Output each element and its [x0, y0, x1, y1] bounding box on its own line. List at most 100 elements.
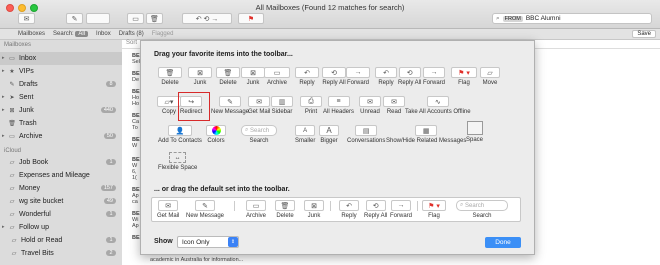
toolbar-item-add-to-contacts[interactable]: 👤 Add To Contacts: [158, 125, 202, 144]
toolbar-item-colors[interactable]: Colors: [206, 125, 226, 144]
folder-icon: ▱: [9, 211, 15, 218]
toolbar-item-archive[interactable]: ▭ Archive: [264, 67, 290, 86]
reply-icon: ↶: [339, 200, 359, 211]
archive-icon: ▭: [264, 67, 290, 78]
reply-group-toolbar-button[interactable]: ↶ ⟲ →: [182, 13, 232, 24]
sidebar-item-wonderful[interactable]: ▱ Wonderful 1: [0, 208, 122, 221]
toolbar-item-forward-2[interactable]: → Forward: [423, 67, 445, 86]
archive-icon: ▭: [9, 133, 15, 140]
toolbar-item-show-hide-related-messages[interactable]: ▦ Show/Hide Related Messages: [386, 125, 466, 144]
toolbar-item-reply[interactable]: ↶ Reply: [295, 67, 319, 86]
junk-icon: ⊠: [188, 67, 212, 78]
favorite-flagged[interactable]: Flagged: [152, 31, 174, 37]
unread-count-badge: 1: [106, 159, 116, 166]
show-select[interactable]: Icon Only ⇕: [177, 236, 239, 248]
trash-icon: 🗑: [158, 67, 182, 78]
toolbar-blank-slot[interactable]: [86, 13, 110, 24]
compose-icon: ✎: [71, 15, 78, 23]
toolbar-item-unread[interactable]: ✉ Unread: [359, 96, 381, 115]
default-item-new-message: ✎ New Message: [186, 200, 224, 219]
trash-icon: 🗑: [275, 200, 295, 211]
toolbar-item-flexible-space[interactable]: ↔ Flexible Space: [158, 152, 197, 171]
toolbar-item-delete[interactable]: 🗑 Delete: [158, 67, 182, 86]
default-toolbar-set[interactable]: ✉ Get Mail ✎ New Message ▭ Archive 🗑 Del…: [151, 197, 521, 222]
sidebar-item-vips[interactable]: ▸ ★ VIPs: [0, 65, 122, 78]
search-field[interactable]: ⌕ FROM BBC Alumni: [492, 13, 652, 24]
toolbar-item-read[interactable]: ✉ Read: [383, 96, 405, 115]
sidebar-item-travel-bits[interactable]: ▱ Travel Bits 2: [0, 247, 122, 260]
search-scope-all[interactable]: All: [75, 31, 89, 37]
forward-icon: →: [346, 67, 370, 78]
unread-count-badge: 49: [103, 198, 116, 205]
toolbar-item-sidebar[interactable]: ▥ Sidebar: [271, 96, 293, 115]
folder-icon: ▱: [9, 224, 15, 231]
archive-toolbar-button[interactable]: ▭: [127, 13, 144, 24]
sidebar-item-money[interactable]: ▱ Money 157: [0, 182, 122, 195]
junk-icon: ⊠: [241, 67, 265, 78]
sidebar-item-trash[interactable]: 🗑 Trash: [0, 117, 122, 130]
sidebar-item-archive[interactable]: ▸ ▭ Archive 50: [0, 130, 122, 143]
toolbar-item-print[interactable]: ⎙ Print: [300, 96, 322, 115]
default-item-get-mail: ✉ Get Mail: [157, 200, 179, 219]
toolbar-item-reply-all-2[interactable]: ⟲ Reply All: [398, 67, 421, 86]
toolbar-item-move[interactable]: ▱ Move: [480, 67, 500, 86]
toolbar-item-forward[interactable]: → Forward: [346, 67, 370, 86]
sidebar-item-inbox[interactable]: ▸ ▭ Inbox: [0, 52, 122, 65]
favorite-drafts[interactable]: Drafts (8): [119, 31, 144, 37]
toolbar-item-all-headers[interactable]: ≡ All Headers: [323, 96, 354, 115]
sidebar-item-sent[interactable]: ▸ ➤ Sent: [0, 91, 122, 104]
get-mail-toolbar-button[interactable]: ✉: [18, 13, 35, 24]
related-messages-icon: ▦: [415, 125, 438, 136]
delete-toolbar-button[interactable]: 🗑: [146, 13, 163, 24]
show-label: Show: [154, 238, 173, 245]
paper-plane-icon: ➤: [9, 94, 15, 101]
toolbar-item-space[interactable]: Space: [466, 121, 483, 143]
trash-icon: 🗑: [216, 67, 240, 78]
sidebar-item-follow-up[interactable]: ▸ ▱ Follow up: [0, 221, 122, 234]
toolbar-item-reply-all[interactable]: ⟲ Reply All: [322, 67, 346, 86]
search-token-from[interactable]: FROM: [502, 15, 523, 22]
flag-toolbar-button[interactable]: ⚑: [238, 13, 264, 24]
toolbar-item-new-message[interactable]: ✎ New Message: [211, 96, 249, 115]
toolbar-item-smaller[interactable]: A Smaller: [295, 125, 315, 144]
sidebar-item-job-book[interactable]: ▱ Job Book 1: [0, 156, 122, 169]
sidebar-item-hold-or-read[interactable]: ▱ Hold or Read 1: [0, 234, 122, 247]
toolbar-item-take-all-accounts-offline[interactable]: ∿ Take All Accounts Offline: [405, 96, 471, 115]
toolbar-item-junk[interactable]: ⊠ Junk: [188, 67, 212, 86]
sidebar-item-expenses-and-mileage[interactable]: ▱ Expenses and Mileage: [0, 169, 122, 182]
toolbar-item-conversations[interactable]: ▤ Conversations: [347, 125, 385, 144]
toolbar-item-flag[interactable]: ⚑ ▾ Flag: [451, 67, 477, 86]
search-icon: ⌕: [496, 14, 500, 22]
message-fragment: Ho: [132, 101, 140, 107]
toolbar-item-junk-2[interactable]: ⊠ Junk: [241, 67, 265, 86]
mailboxes-toggle-button[interactable]: Mailboxes: [18, 31, 45, 37]
envelope-icon: ✉: [23, 15, 30, 23]
smaller-text-icon: A: [295, 125, 316, 136]
save-search-button[interactable]: Save: [632, 30, 656, 38]
drafts-icon: ✎: [9, 81, 15, 88]
compose-toolbar-button[interactable]: ✎: [66, 13, 83, 24]
toolbar-item-get-mail[interactable]: ✉ Get Mail: [248, 96, 270, 115]
select-arrows-icon: ⇕: [228, 237, 238, 247]
separator: [330, 201, 331, 211]
message-fragment: Sel: [132, 59, 140, 65]
folder-icon: ▱: [11, 237, 17, 244]
toolbar-item-search[interactable]: ⌕ Search Search: [241, 125, 277, 144]
done-button[interactable]: Done: [485, 237, 521, 248]
message-fragment: 1(: [132, 175, 137, 181]
default-item-archive: ▭ Archive: [246, 200, 266, 219]
toolbar-item-delete-2[interactable]: 🗑 Delete: [216, 67, 240, 86]
sidebar-item-wg-site-bucket[interactable]: ▱ wg site bucket 49: [0, 195, 122, 208]
message-fragment: To: [132, 125, 138, 131]
toolbar-item-bigger[interactable]: A Bigger: [319, 125, 339, 144]
mailboxes-section-header: Mailboxes: [4, 42, 32, 48]
sidebar-item-drafts[interactable]: ✎ Drafts 8: [0, 78, 122, 91]
sidebar-icon: ▥: [271, 96, 293, 107]
toolbar-item-reply-2[interactable]: ↶ Reply: [375, 67, 397, 86]
default-item-reply-all: ⟲ Reply All: [364, 200, 387, 219]
icloud-section-header: iCloud: [4, 148, 22, 154]
forward-icon: →: [423, 67, 445, 78]
favorite-inbox[interactable]: Inbox: [96, 31, 111, 37]
printer-icon: ⎙: [300, 96, 322, 107]
sidebar-item-junk[interactable]: ▸ ⊠ Junk 440: [0, 104, 122, 117]
